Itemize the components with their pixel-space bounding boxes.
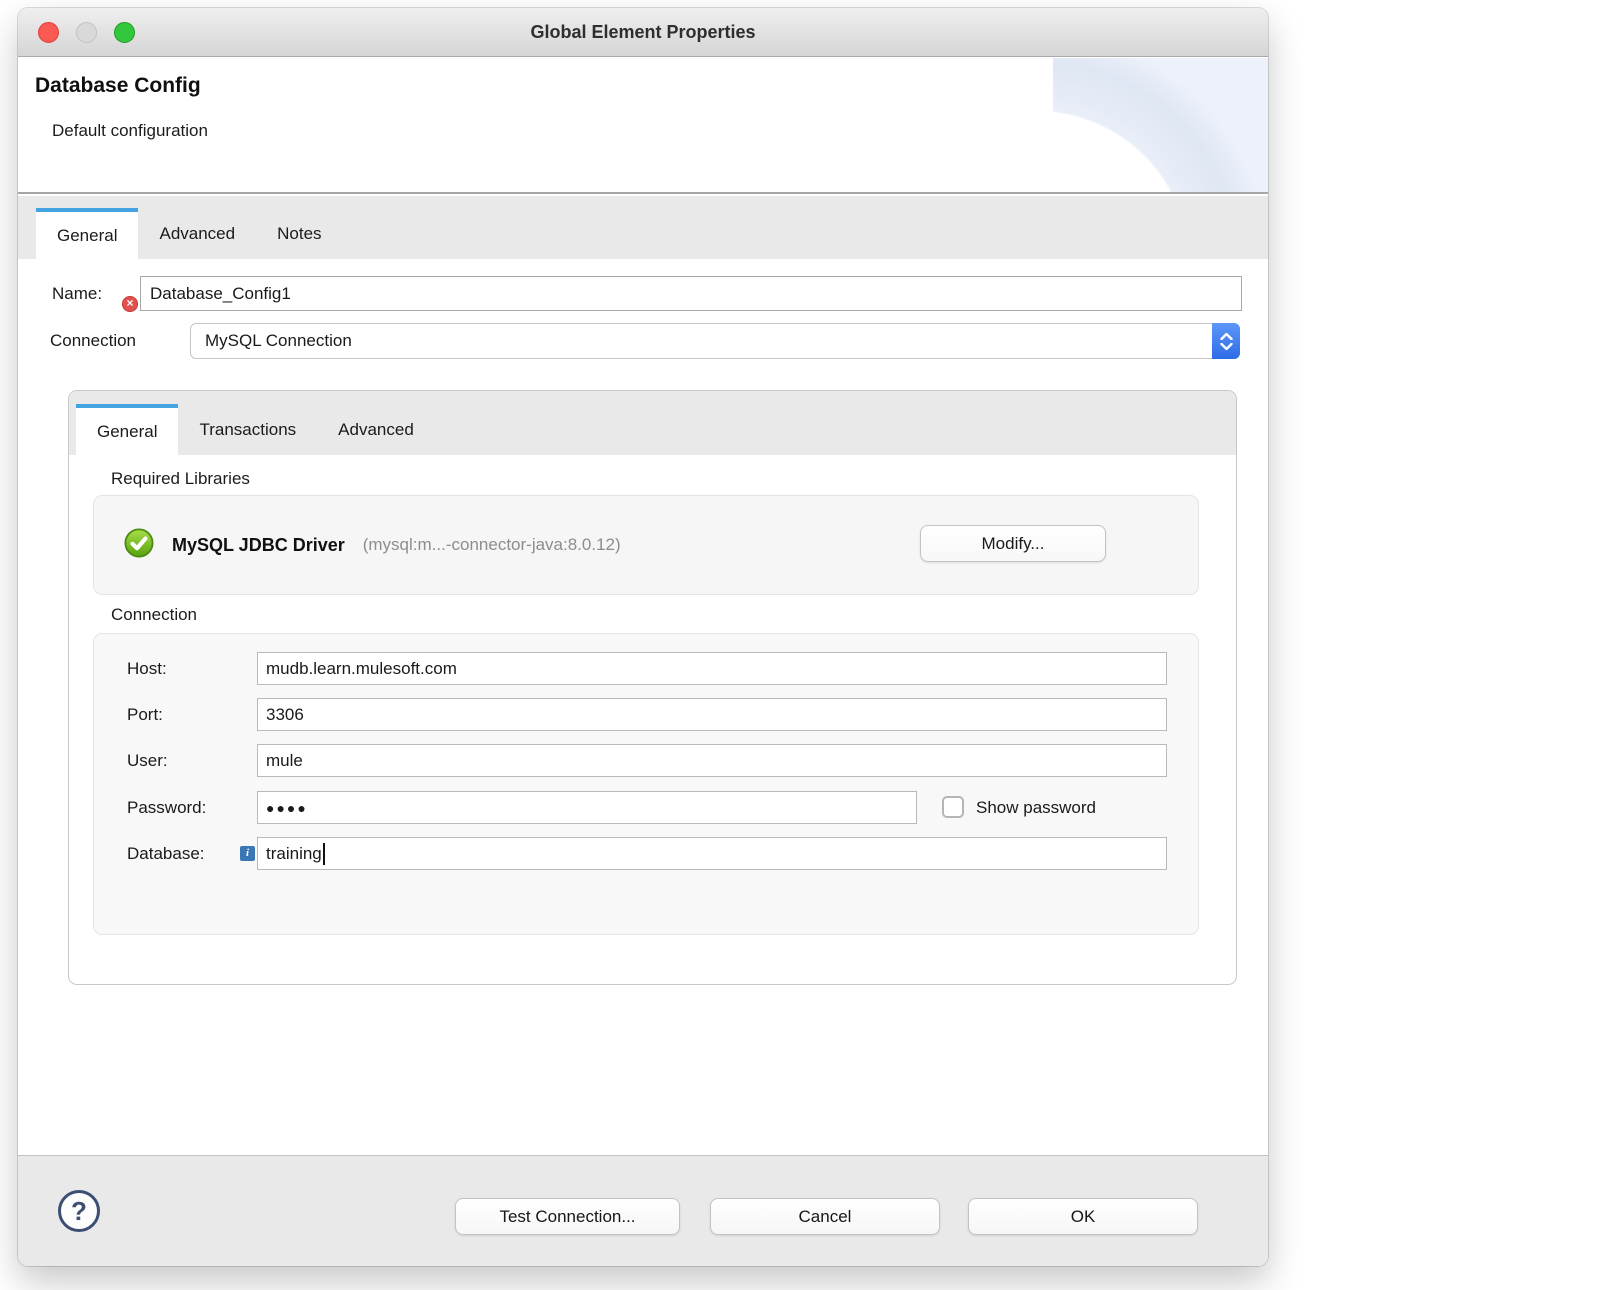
text-cursor	[323, 843, 325, 865]
required-libraries-box: MySQL JDBC Driver (mysql:m...-connector-…	[93, 495, 1199, 595]
connection-selected-value: MySQL Connection	[205, 331, 352, 351]
connection-fields-box: Host: mudb.learn.mulesoft.com Port: 3306…	[93, 633, 1199, 935]
driver-detail: (mysql:m...-connector-java:8.0.12)	[363, 535, 621, 555]
inner-tab-transactions[interactable]: Transactions	[178, 404, 317, 455]
connection-config-panel: General Transactions Advanced Required L…	[68, 390, 1237, 985]
general-tab-content: Name: × Database_Config1 Connection MySQ…	[18, 259, 1268, 1155]
database-label: Database:	[127, 837, 205, 870]
inner-tab-strip: General Transactions Advanced	[69, 391, 1236, 455]
database-value: training	[266, 844, 322, 864]
name-label: Name:	[52, 276, 102, 311]
show-password-checkbox[interactable]	[942, 796, 964, 818]
password-value: ●●●●	[266, 800, 308, 816]
port-value: 3306	[266, 705, 304, 725]
window-title: Global Element Properties	[18, 8, 1268, 57]
user-value: mule	[266, 751, 303, 771]
connection-section-title: Connection	[111, 605, 197, 625]
tab-general[interactable]: General	[36, 208, 138, 259]
port-label: Port:	[127, 698, 163, 731]
password-input[interactable]: ●●●●	[257, 791, 917, 824]
name-input[interactable]: Database_Config1	[140, 276, 1242, 311]
chevron-up-down-icon[interactable]	[1212, 323, 1240, 359]
page-subtitle: Default configuration	[52, 121, 208, 141]
tab-notes[interactable]: Notes	[256, 208, 342, 259]
outer-tab-strip: General Advanced Notes	[18, 196, 1268, 259]
required-libraries-title: Required Libraries	[111, 469, 250, 489]
dialog-header: Database Config Default configuration	[18, 58, 1268, 194]
inner-tab-advanced[interactable]: Advanced	[317, 404, 435, 455]
dialog-footer: ? Test Connection... Cancel OK	[18, 1155, 1268, 1266]
inner-tab-general-label: General	[97, 422, 157, 442]
page-title: Database Config	[35, 74, 201, 98]
inner-tab-transactions-label: Transactions	[199, 420, 296, 440]
help-icon[interactable]: ?	[58, 1190, 100, 1232]
title-bar[interactable]: Global Element Properties	[18, 8, 1268, 57]
name-value: Database_Config1	[150, 284, 291, 304]
tab-advanced-label: Advanced	[159, 224, 235, 244]
host-input[interactable]: mudb.learn.mulesoft.com	[257, 652, 1167, 685]
driver-row: MySQL JDBC Driver (mysql:m...-connector-…	[124, 496, 621, 594]
header-decoration	[1053, 58, 1268, 194]
success-check-icon	[124, 528, 154, 563]
show-password-label: Show password	[976, 791, 1096, 824]
inner-tab-general[interactable]: General	[76, 404, 178, 455]
user-input[interactable]: mule	[257, 744, 1167, 777]
host-label: Host:	[127, 652, 167, 685]
test-connection-button[interactable]: Test Connection...	[455, 1198, 680, 1235]
database-input[interactable]: training	[257, 837, 1167, 870]
ok-button[interactable]: OK	[968, 1198, 1198, 1235]
host-value: mudb.learn.mulesoft.com	[266, 659, 457, 679]
driver-name: MySQL JDBC Driver	[172, 535, 345, 556]
user-label: User:	[127, 744, 168, 777]
password-label: Password:	[127, 791, 206, 824]
inner-tab-advanced-label: Advanced	[338, 420, 414, 440]
info-icon: i	[240, 846, 255, 861]
cancel-button[interactable]: Cancel	[710, 1198, 940, 1235]
port-input[interactable]: 3306	[257, 698, 1167, 731]
modify-button[interactable]: Modify...	[920, 525, 1106, 562]
global-element-properties-dialog: Global Element Properties Database Confi…	[18, 8, 1268, 1266]
tab-notes-label: Notes	[277, 224, 321, 244]
connection-select[interactable]: MySQL Connection	[190, 323, 1240, 359]
connection-label: Connection	[50, 323, 136, 359]
tab-general-label: General	[57, 226, 117, 246]
tab-advanced[interactable]: Advanced	[138, 208, 256, 259]
error-icon: ×	[122, 296, 138, 312]
